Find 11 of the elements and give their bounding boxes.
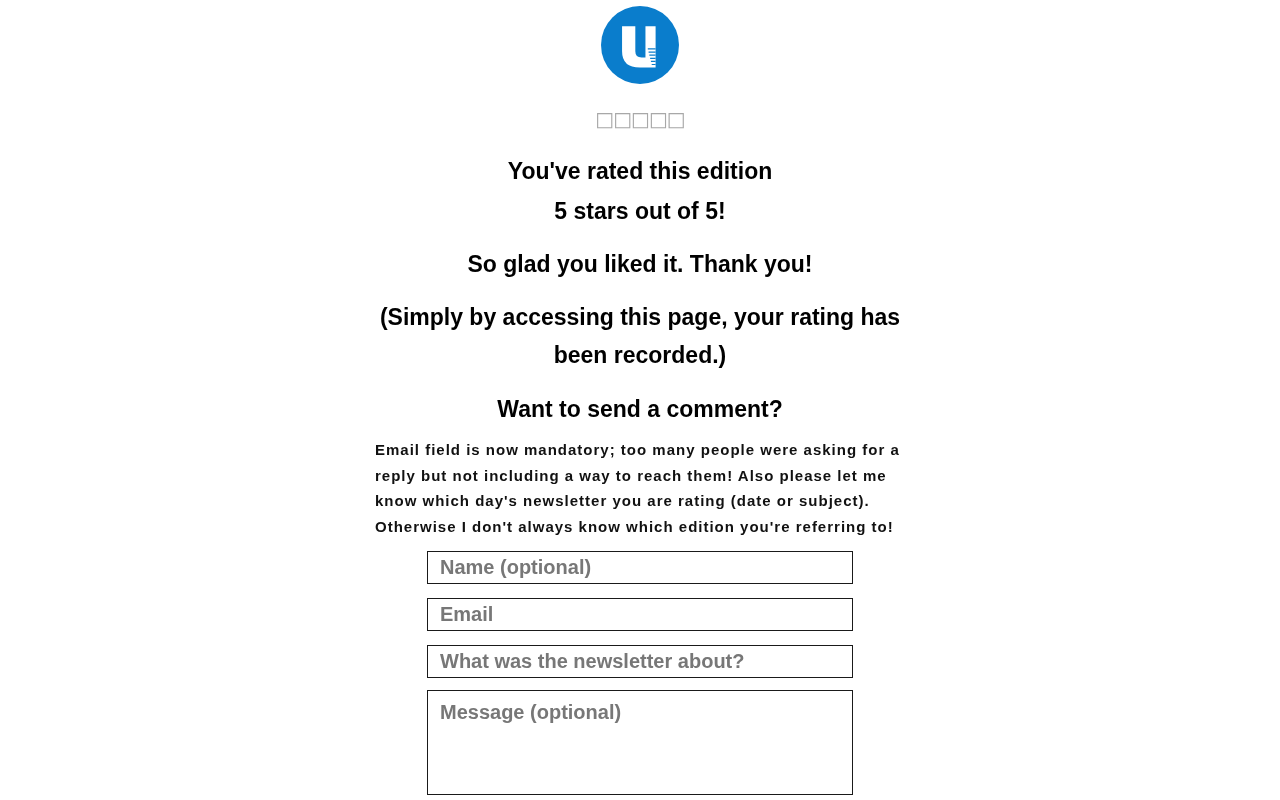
form-heading: Want to send a comment?: [496, 395, 784, 424]
thanks-text: So glad you liked it. Thank you!: [466, 250, 814, 279]
input-field[interactable]: What was the newsletter about?: [427, 645, 853, 679]
input-field[interactable]: Name (optional): [427, 551, 853, 585]
input-field[interactable]: Email: [427, 598, 853, 632]
rating-heading: You've rated this edition 5 stars out of 5!: [506, 157, 774, 226]
note-text: (Simply by accessing this page, your rating has been recorded.): [378, 303, 902, 370]
message-field[interactable]: Message (optional): [427, 690, 853, 796]
rating-marks: □□□□□: [595, 107, 685, 131]
notice-text: Email field is now mandatory; too many people were asking for a reply but not including a way to reach them! Also please let me know which day's newsletter you are rating (date or subject). Otherwise I don't always know which edition you're referring to!: [375, 440, 901, 537]
logo-icon: [601, 6, 679, 84]
